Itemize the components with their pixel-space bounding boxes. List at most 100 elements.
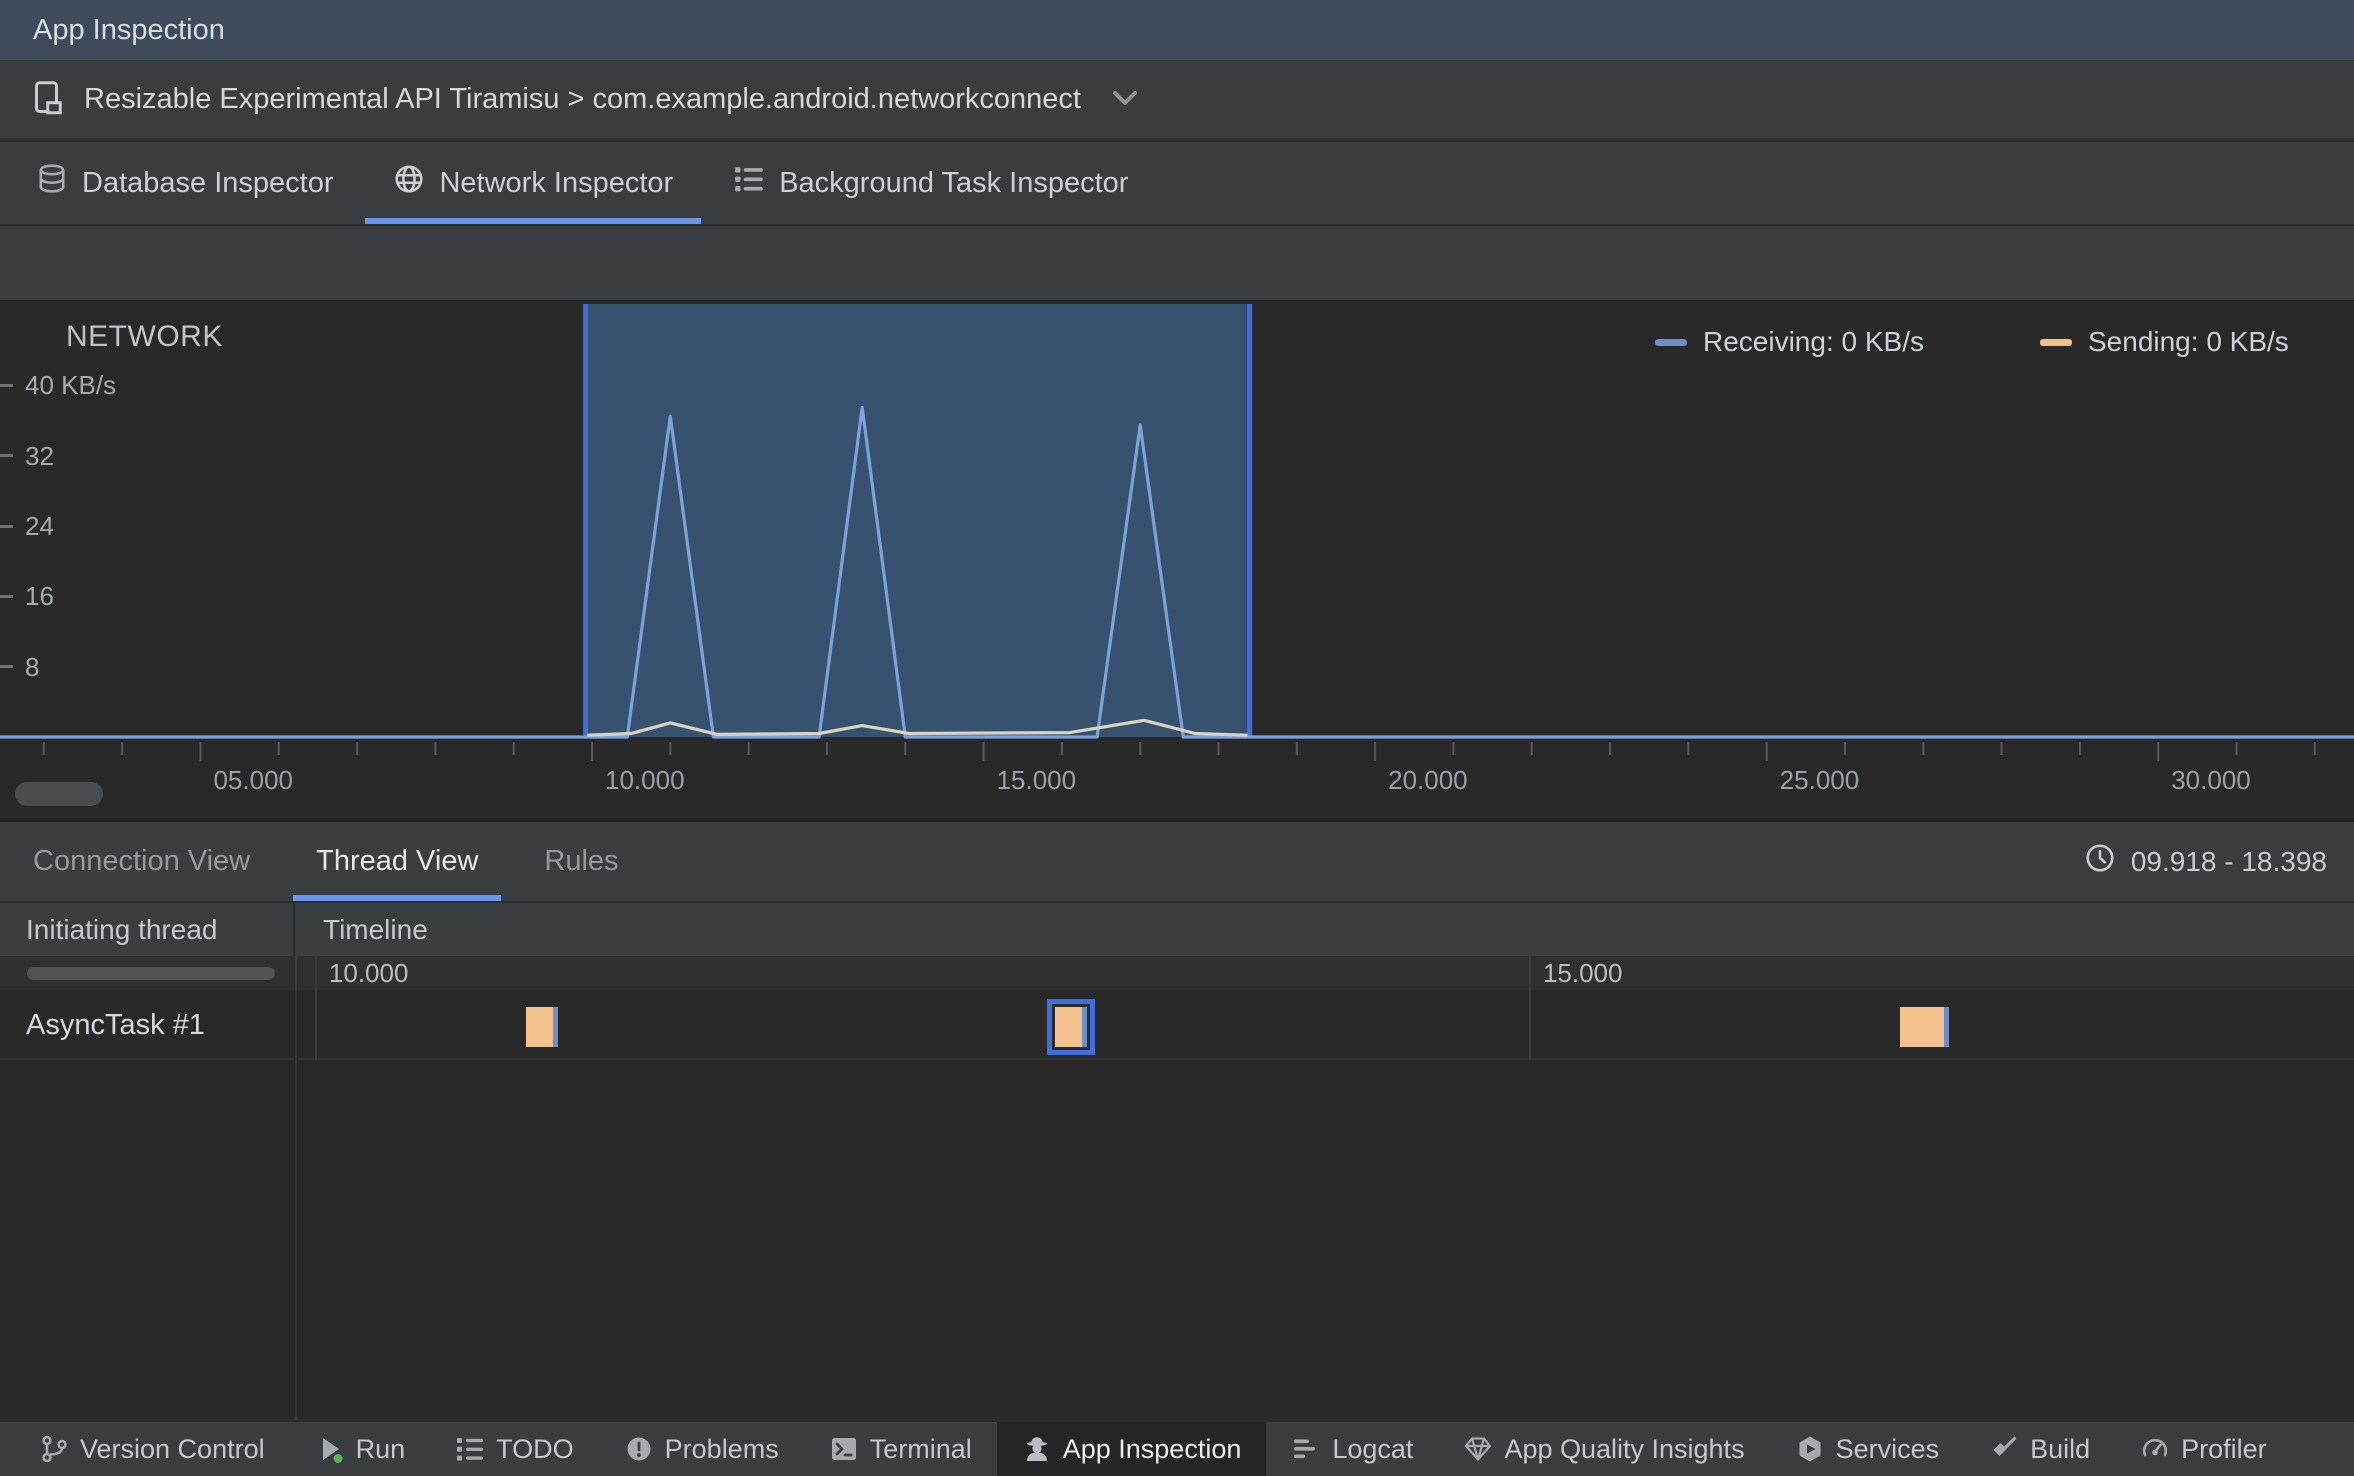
y-axis-tick: [0, 594, 13, 598]
toolbar-item-logcat[interactable]: Logcat: [1266, 1422, 1438, 1476]
network-event-block[interactable]: [1900, 1007, 1949, 1047]
services-icon: [1795, 1434, 1825, 1464]
column-divider[interactable]: [295, 990, 297, 1420]
device-phone-icon: [30, 79, 68, 119]
toolbar-item-label: Problems: [664, 1433, 779, 1464]
y-axis-tick-label: 24: [25, 511, 54, 542]
process-selector-bar: Resizable Experimental API Tiramisu > co…: [0, 60, 2354, 140]
y-axis-tick-label: 16: [25, 581, 54, 612]
toolbar-item-app-quality-insights[interactable]: App Quality Insights: [1438, 1422, 1769, 1476]
toolbar-item-label: Services: [1835, 1433, 1940, 1464]
tab-label: Database Inspector: [82, 166, 334, 199]
thread-table-body: AsyncTask #1: [0, 990, 2354, 1420]
toolbar-item-profiler[interactable]: Profiler: [2115, 1422, 2292, 1476]
toolbar-item-todo[interactable]: TODO: [430, 1422, 599, 1476]
y-axis-tick-label: 40 KB/s: [25, 370, 117, 401]
process-selector-dropdown[interactable]: Resizable Experimental API Tiramisu > co…: [30, 79, 1141, 119]
table-row: AsyncTask #1: [0, 990, 2354, 1060]
chevron-down-icon: [1109, 88, 1141, 110]
svg-text:30.000: 30.000: [2171, 765, 2251, 795]
tab-rules[interactable]: Rules: [511, 822, 651, 901]
tab-network-inspector[interactable]: Network Inspector: [363, 142, 703, 224]
selected-time-range: 09.918 - 18.398: [2084, 822, 2327, 901]
column-header-initiating-thread[interactable]: Initiating thread: [0, 903, 295, 956]
column-divider[interactable]: [295, 956, 297, 990]
database-icon: [36, 163, 68, 203]
network-event-block[interactable]: [526, 1007, 558, 1047]
toolbar-item-label: App Inspection: [1062, 1433, 1242, 1464]
toolbar-item-app-inspection[interactable]: App Inspection: [996, 1422, 1267, 1476]
toolbar-item-label: Run: [355, 1433, 406, 1464]
process-selector-label: Resizable Experimental API Tiramisu > co…: [84, 82, 1081, 115]
y-axis-tick: [0, 383, 13, 387]
terminal-icon: [829, 1434, 859, 1464]
svg-text:05.000: 05.000: [213, 765, 293, 795]
timeline-tick: [314, 956, 317, 990]
tool-window-titlebar: App Inspection: [0, 0, 2354, 60]
build-icon: [1989, 1434, 2019, 1464]
thread-timeline-track[interactable]: [295, 990, 2354, 1060]
inspector-tab-bar: Database Inspector Network Inspector Bac…: [0, 142, 2354, 224]
tab-label: Background Task Inspector: [779, 166, 1129, 199]
task-list-icon: [733, 163, 765, 203]
tab-connection-view[interactable]: Connection View: [0, 822, 283, 901]
receiving-legend-label: Receiving: 0 KB/s: [1703, 326, 1924, 357]
legend-receiving: Receiving: 0 KB/s: [1655, 326, 1924, 358]
tab-label: Network Inspector: [439, 166, 674, 199]
timeline-tick-label: 10.000: [328, 958, 409, 988]
tool-window-status-bar: Version Control Run TODO Problems Termin…: [0, 1420, 2354, 1476]
y-axis-tick: [0, 665, 13, 669]
gem-icon: [1463, 1434, 1493, 1464]
detail-view-tab-bar: Connection View Thread View Rules 09.918…: [0, 822, 2354, 901]
toolbar-item-build[interactable]: Build: [1964, 1422, 2115, 1476]
chart-horizontal-scrollbar-thumb[interactable]: [15, 782, 103, 806]
network-usage-chart-panel: 05.000 10.000 15.000 20.000 25.000 30.000 NET…: [0, 300, 2354, 818]
clock-icon: [2084, 842, 2116, 881]
network-inspector-toolbar: [0, 224, 2354, 300]
svg-text:10.000: 10.000: [605, 765, 685, 795]
tab-thread-view[interactable]: Thread View: [283, 822, 511, 901]
logcat-icon: [1291, 1434, 1321, 1464]
chart-title: NETWORK: [66, 320, 223, 353]
network-event-block-selected[interactable]: [1047, 999, 1095, 1055]
y-axis-tick: [0, 524, 13, 528]
toolbar-item-label: App Quality Insights: [1504, 1433, 1745, 1464]
tab-label: Connection View: [33, 845, 251, 877]
tab-database-inspector[interactable]: Database Inspector: [6, 142, 363, 224]
block-receiving-segment: [1082, 1007, 1088, 1047]
toolbar-item-label: Version Control: [80, 1433, 265, 1464]
globe-icon: [393, 163, 425, 203]
tool-window-title: App Inspection: [33, 13, 225, 46]
profiler-icon: [2140, 1434, 2170, 1464]
thread-table-header: Initiating thread Timeline: [0, 901, 2354, 956]
timeline-tick-row: 10.000 15.000: [0, 956, 2354, 990]
toolbar-item-label: Build: [2030, 1433, 2091, 1464]
timeline-tick-label: 15.000: [1542, 958, 1623, 988]
sending-legend-swatch: [2040, 338, 2072, 346]
y-axis-tick: [0, 454, 13, 458]
block-receiving-segment: [1944, 1007, 1949, 1047]
block-sending-segment: [1900, 1007, 1945, 1047]
block-receiving-segment: [552, 1007, 558, 1047]
timeline-tick: [1528, 956, 1531, 990]
network-usage-chart[interactable]: 05.000 10.000 15.000 20.000 25.000 30.000: [0, 302, 2354, 820]
block-sending-segment: [526, 1007, 553, 1047]
run-icon: [315, 1434, 345, 1464]
toolbar-item-problems[interactable]: Problems: [599, 1422, 804, 1476]
thread-name-label: AsyncTask #1: [26, 1009, 205, 1041]
column-header-timeline[interactable]: Timeline: [295, 914, 428, 946]
toolbar-item-version-control[interactable]: Version Control: [14, 1422, 290, 1476]
toolbar-item-run[interactable]: Run: [290, 1422, 431, 1476]
tab-label: Thread View: [316, 845, 479, 877]
y-axis-tick-label: 8: [25, 651, 40, 682]
tab-background-task-inspector[interactable]: Background Task Inspector: [703, 142, 1158, 224]
thread-column-scrollbar[interactable]: [27, 967, 275, 980]
spy-icon: [1022, 1434, 1052, 1464]
toolbar-item-services[interactable]: Services: [1770, 1422, 1965, 1476]
receiving-legend-swatch: [1655, 338, 1687, 346]
toolbar-item-label: Terminal: [869, 1433, 972, 1464]
toolbar-item-terminal[interactable]: Terminal: [804, 1422, 997, 1476]
svg-text:20.000: 20.000: [1388, 765, 1468, 795]
legend-sending: Sending: 0 KB/s: [2040, 326, 2289, 358]
toolbar-item-label: TODO: [496, 1433, 574, 1464]
